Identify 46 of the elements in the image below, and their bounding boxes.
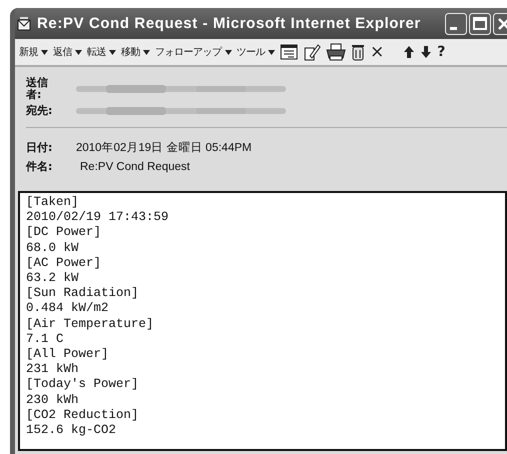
- field-label: 日付:: [26, 142, 52, 154]
- mail-icon[interactable]: [17, 16, 31, 30]
- message-line: 63.2 kW: [26, 271, 80, 286]
- caret-icon[interactable]: [41, 50, 48, 54]
- message-line: 2010/02/19 17:43:59: [26, 210, 170, 226]
- message-line: [CO2 Reduction]: [26, 408, 140, 424]
- message-line: 0.484 kW/m2: [26, 301, 110, 317]
- message-line: 7.1 C: [26, 332, 65, 348]
- message-line: [Sun Radiation]: [26, 286, 140, 302]
- caret-icon[interactable]: [143, 50, 150, 54]
- minimize-button[interactable]: [445, 12, 467, 34]
- toolbar-menu[interactable]: 返信: [53, 45, 82, 59]
- field-value: 2010年02月19日 金曜日 05:44PM: [76, 140, 252, 155]
- field-label: 件名:: [26, 161, 52, 173]
- maximize-button[interactable]: [469, 12, 491, 34]
- caret-icon[interactable]: [109, 50, 116, 54]
- message-line: [AC Power]: [26, 256, 102, 272]
- caret-icon[interactable]: [224, 50, 232, 54]
- toolbar-menu[interactable]: ツール: [236, 45, 275, 59]
- field-value: Re:PV Cond Request: [79, 161, 190, 173]
- pencil-note-icon[interactable]: [303, 43, 321, 61]
- caret-icon[interactable]: [268, 50, 275, 54]
- window-title: Re:PV Cond Request - Microsoft Internet Explorer: [37, 15, 421, 32]
- message-line: [Air Temperature]: [26, 316, 155, 332]
- message-line: [DC Power]: [26, 225, 102, 241]
- help-button[interactable]: ?: [437, 45, 446, 59]
- toolbar-menu[interactable]: 転送: [87, 45, 116, 59]
- toolbar-menu[interactable]: フォローアップ: [155, 45, 232, 59]
- trash-icon[interactable]: [351, 43, 365, 61]
- down-arrow-icon[interactable]: [420, 45, 432, 59]
- message-line: 231 kWh: [26, 362, 80, 378]
- message-list-icon[interactable]: [280, 44, 298, 60]
- delete-button[interactable]: ×: [370, 44, 384, 60]
- toolbar-menu[interactable]: 新規: [19, 45, 48, 59]
- message-line: 230 kWh: [26, 392, 80, 408]
- up-arrow-icon[interactable]: [403, 45, 416, 59]
- field-label: 送信者:: [26, 77, 49, 101]
- print-icon[interactable]: [326, 43, 346, 61]
- caret-icon[interactable]: [75, 50, 82, 54]
- message-line: 152.6 kg-CO2: [26, 423, 118, 438]
- toolbar-menu[interactable]: 移動: [121, 45, 150, 59]
- message-line: [Taken]: [26, 195, 80, 210]
- message-line: 68.0 kW: [26, 240, 80, 256]
- message-line: [All Power]: [26, 347, 110, 362]
- field-label: 宛先:: [26, 105, 54, 117]
- message-line: [Today's Power]: [26, 377, 140, 393]
